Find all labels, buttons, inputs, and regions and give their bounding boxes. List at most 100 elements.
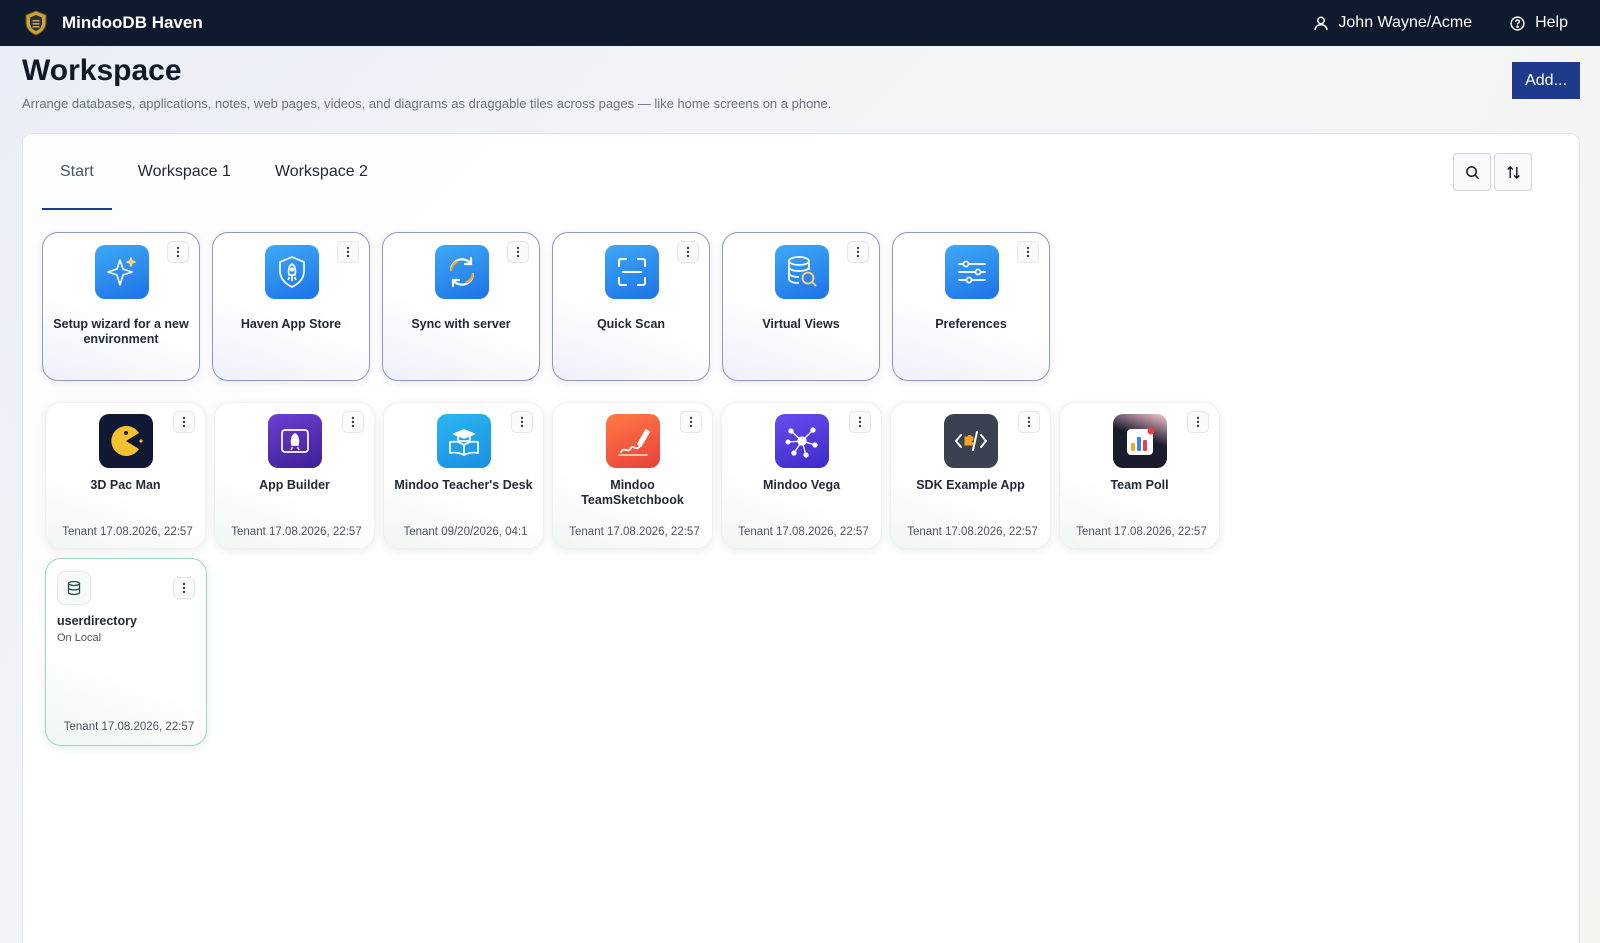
user-icon <box>1314 16 1329 30</box>
tab-workspace-2[interactable]: Workspace 2 <box>257 134 386 210</box>
database-icon <box>57 571 91 605</box>
more-vertical-icon <box>182 582 186 594</box>
tile-label: Setup wizard for a new environment <box>53 317 189 346</box>
page-subtitle: Arrange databases, applications, notes, … <box>22 96 832 111</box>
tile-label: Mindoo Teacher's Desk <box>394 478 533 492</box>
user-name: John Wayne/Acme <box>1338 14 1473 31</box>
tile-label: 3D Pac Man <box>90 478 161 492</box>
tile-menu-button[interactable] <box>511 411 533 433</box>
tile-menu-button[interactable] <box>1018 411 1040 433</box>
scan-icon <box>605 245 659 299</box>
tile-mindoo-teamsketchbook[interactable]: Mindoo TeamSketchbook Tenant 17.08.2026,… <box>552 402 713 549</box>
tile-label: Quick Scan <box>596 317 666 331</box>
tile-meta: Tenant 09/20/2026, 04:1 <box>403 526 528 538</box>
more-vertical-icon <box>1196 416 1200 428</box>
tile-label: App Builder <box>259 478 330 492</box>
app-builder-icon <box>268 414 322 468</box>
tile-menu-button[interactable] <box>680 411 702 433</box>
tile-label: Sync with server <box>411 317 511 331</box>
tile-menu-button[interactable] <box>507 241 529 263</box>
tile-menu-button[interactable] <box>849 411 871 433</box>
network-icon <box>775 414 829 468</box>
tile-meta: Tenant 17.08.2026, 22:57 <box>63 721 195 733</box>
teacher-book-icon <box>437 414 491 468</box>
user-menu[interactable]: John Wayne/Acme <box>1314 14 1472 32</box>
tile-sync-with-server[interactable]: Sync with server <box>382 232 540 381</box>
shield-rocket-icon <box>265 245 319 299</box>
sort-button[interactable] <box>1494 153 1532 191</box>
tile-team-poll[interactable]: Team Poll Tenant 17.08.2026, 22:57 <box>1059 402 1220 549</box>
tile-mindoo-teachers-desk[interactable]: Mindoo Teacher's Desk Tenant 09/20/2026,… <box>383 402 544 549</box>
tile-userdirectory[interactable]: userdirectory On Local Tenant 17.08.2026… <box>45 558 207 746</box>
tile-menu-button[interactable] <box>1187 411 1209 433</box>
brand-name: MindooDB Haven <box>62 13 203 32</box>
tile-menu-button[interactable] <box>337 241 359 263</box>
help-icon <box>1510 15 1525 31</box>
more-vertical-icon <box>689 416 693 428</box>
workspace-tabs: Start Workspace 1 Workspace 2 <box>42 134 386 210</box>
more-vertical-icon <box>516 246 520 258</box>
add-button[interactable]: Add... <box>1512 62 1580 99</box>
tile-menu-button[interactable] <box>173 411 195 433</box>
sparkle-icon <box>95 245 149 299</box>
database-location: On Local <box>57 632 102 644</box>
pacman-icon <box>99 414 153 468</box>
tile-label: Haven App Store <box>240 317 342 331</box>
tile-label: Mindoo TeamSketchbook <box>581 478 684 507</box>
database-search-icon <box>775 245 829 299</box>
tile-preferences[interactable]: Preferences <box>892 232 1050 381</box>
tile-mindoo-vega[interactable]: Mindoo Vega Tenant 17.08.2026, 22:57 <box>721 402 882 549</box>
more-vertical-icon <box>856 246 860 258</box>
more-vertical-icon <box>176 246 180 258</box>
tile-menu-button[interactable] <box>342 411 364 433</box>
more-vertical-icon <box>182 416 186 428</box>
more-vertical-icon <box>351 416 355 428</box>
tile-menu-button[interactable] <box>167 241 189 263</box>
more-vertical-icon <box>858 416 862 428</box>
tile-meta: Tenant 17.08.2026, 22:57 <box>231 526 362 538</box>
tile-label: Team Poll <box>1110 478 1169 492</box>
page-title: Workspace <box>22 54 182 87</box>
tile-3d-pac-man[interactable]: 3D Pac Man Tenant 17.08.2026, 22:57 <box>45 402 206 549</box>
search-button[interactable] <box>1453 153 1491 191</box>
more-vertical-icon <box>520 416 524 428</box>
tile-label: Virtual Views <box>762 317 840 331</box>
sliders-icon <box>945 245 999 299</box>
tile-app-builder[interactable]: App Builder Tenant 17.08.2026, 22:57 <box>214 402 375 549</box>
database-title: userdirectory <box>57 614 137 628</box>
tile-virtual-views[interactable]: Virtual Views <box>722 232 880 381</box>
haven-logo-icon <box>25 10 47 36</box>
more-vertical-icon <box>346 246 350 258</box>
tab-start[interactable]: Start <box>42 134 112 210</box>
sketchbook-icon <box>606 414 660 468</box>
brand[interactable]: MindooDB Haven <box>24 10 203 36</box>
sync-icon <box>435 245 489 299</box>
tile-menu-button[interactable] <box>173 577 195 599</box>
top-bar: MindooDB Haven John Wayne/Acme Help <box>0 0 1600 46</box>
tile-sdk-example-app[interactable]: SDK Example App Tenant 17.08.2026, 22:57 <box>890 402 1051 549</box>
search-icon <box>1465 165 1479 179</box>
tile-setup-wizard[interactable]: Setup wizard for a new environment <box>42 232 200 381</box>
tile-meta: Tenant 17.08.2026, 22:57 <box>738 526 869 538</box>
tab-workspace-1[interactable]: Workspace 1 <box>120 134 249 210</box>
poll-chart-icon <box>1113 414 1167 468</box>
tile-label: SDK Example App <box>916 478 1025 492</box>
tile-meta: Tenant 17.08.2026, 22:57 <box>569 526 700 538</box>
more-vertical-icon <box>1026 246 1030 258</box>
tile-meta: Tenant 17.08.2026, 22:57 <box>1076 526 1207 538</box>
tile-meta: Tenant 17.08.2026, 22:57 <box>907 526 1038 538</box>
tile-quick-scan[interactable]: Quick Scan <box>552 232 710 381</box>
tile-meta: Tenant 17.08.2026, 22:57 <box>62 526 193 538</box>
tile-menu-button[interactable] <box>677 241 699 263</box>
tile-menu-button[interactable] <box>847 241 869 263</box>
sort-icon <box>1506 165 1520 179</box>
help-label: Help <box>1535 14 1568 31</box>
more-vertical-icon <box>686 246 690 258</box>
tile-label: Mindoo Vega <box>762 478 841 492</box>
help-link[interactable]: Help <box>1510 14 1568 32</box>
code-puzzle-icon <box>944 414 998 468</box>
tile-label: Preferences <box>935 317 1007 331</box>
more-vertical-icon <box>1027 416 1031 428</box>
tile-haven-app-store[interactable]: Haven App Store <box>212 232 370 381</box>
tile-menu-button[interactable] <box>1017 241 1039 263</box>
